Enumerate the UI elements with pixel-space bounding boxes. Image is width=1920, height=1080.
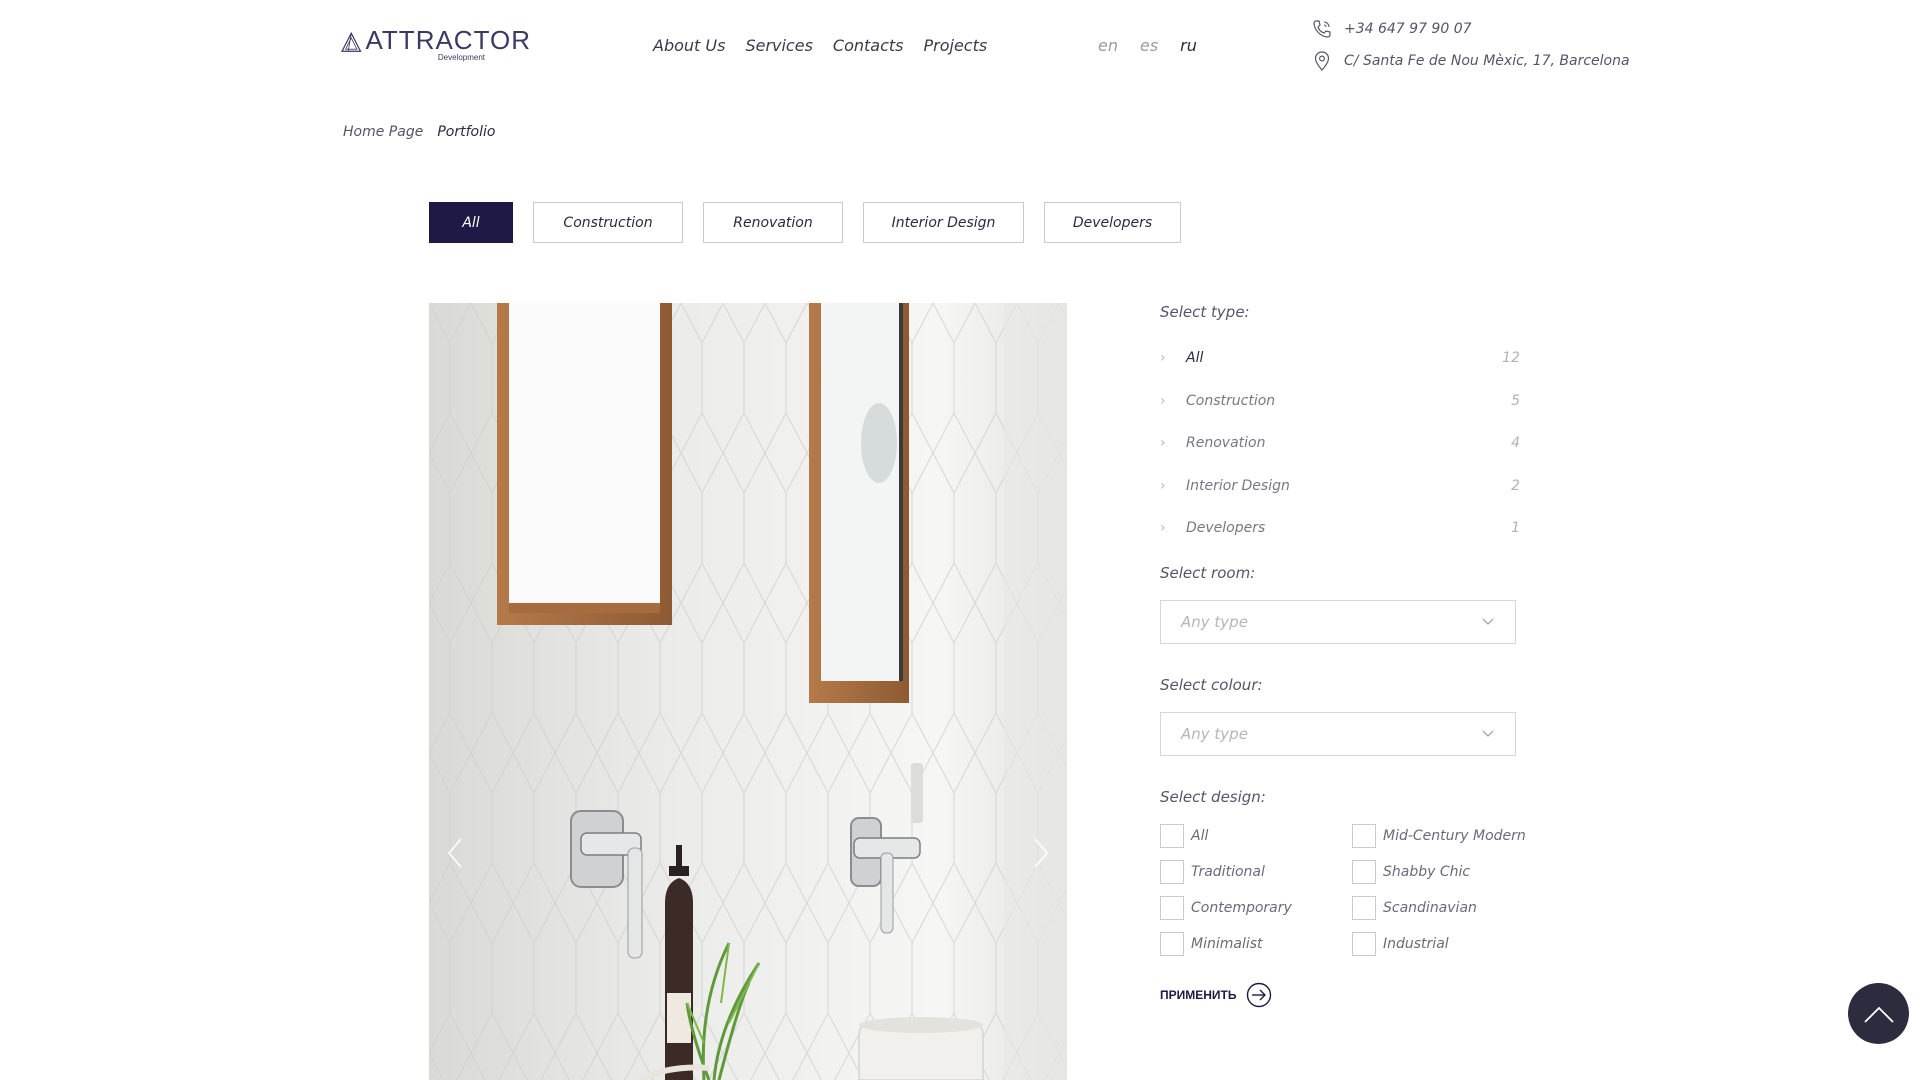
chevron-right-icon: › bbox=[1160, 477, 1166, 494]
header-phone[interactable]: +34 647 97 90 07 bbox=[1312, 19, 1472, 39]
nav-services[interactable]: Services bbox=[745, 36, 812, 55]
breadcrumb: Home Page Portfolio bbox=[343, 124, 495, 140]
room-select-value: Any type bbox=[1181, 612, 1248, 631]
type-label: Interior Design bbox=[1186, 477, 1290, 494]
header-address[interactable]: C/ Santa Fe de Nou Mèxic, 17, Barcelona bbox=[1312, 51, 1630, 71]
type-label: Renovation bbox=[1186, 435, 1266, 452]
chevron-right-icon: › bbox=[1160, 520, 1166, 537]
tab-construction[interactable]: Construction bbox=[533, 202, 683, 243]
colour-select-value: Any type bbox=[1181, 724, 1248, 743]
logo-name: ATTRACTOR bbox=[365, 25, 531, 55]
tab-all[interactable]: All bbox=[429, 202, 513, 243]
nav-projects[interactable]: Projects bbox=[924, 36, 988, 55]
checkbox[interactable] bbox=[1352, 859, 1376, 884]
type-list: › All 12 › Construction 5 › Renovation 4… bbox=[1160, 337, 1520, 550]
checkbox[interactable] bbox=[1160, 823, 1184, 848]
select-type-title: Select type: bbox=[1160, 303, 1250, 321]
room-select[interactable]: Any type bbox=[1160, 599, 1516, 644]
colour-select[interactable]: Any type bbox=[1160, 711, 1516, 756]
design-label: Traditional bbox=[1191, 863, 1265, 880]
bathroom-photo bbox=[429, 303, 1067, 1080]
apply-label: ПРИМЕНИТЬ bbox=[1160, 987, 1237, 1002]
location-pin-icon bbox=[1314, 51, 1330, 71]
design-option-minimalist[interactable]: Minimalist bbox=[1160, 931, 1352, 956]
category-tabs: All Construction Renovation Interior Des… bbox=[429, 202, 1181, 243]
address-text: C/ Santa Fe de Nou Mèxic, 17, Barcelona bbox=[1344, 53, 1630, 69]
apply-filters-button[interactable]: ПРИМЕНИТЬ bbox=[1160, 982, 1520, 1008]
tab-renovation[interactable]: Renovation bbox=[703, 202, 843, 243]
design-checkboxes: All Mid-Century Modern Traditional Shabb… bbox=[1160, 823, 1526, 956]
breadcrumb-current: Portfolio bbox=[437, 124, 496, 140]
breadcrumb-home[interactable]: Home Page bbox=[343, 124, 423, 140]
select-colour-title: Select colour: bbox=[1160, 675, 1263, 694]
slider-prev-arrow-icon[interactable] bbox=[441, 833, 471, 873]
chevron-down-icon bbox=[1482, 730, 1494, 737]
design-label: All bbox=[1191, 827, 1209, 844]
lang-en[interactable]: en bbox=[1098, 36, 1118, 55]
logo-mark-icon bbox=[341, 31, 362, 52]
select-design-title: Select design: bbox=[1160, 787, 1266, 806]
type-item-developers[interactable]: › Developers 1 bbox=[1160, 507, 1520, 550]
checkbox[interactable] bbox=[1352, 895, 1376, 920]
type-item-renovation[interactable]: › Renovation 4 bbox=[1160, 422, 1520, 465]
checkbox[interactable] bbox=[1160, 931, 1184, 956]
nav-contacts[interactable]: Contacts bbox=[833, 36, 904, 55]
design-option-traditional[interactable]: Traditional bbox=[1160, 859, 1352, 884]
type-count: 1 bbox=[1511, 520, 1520, 537]
chevron-down-icon bbox=[1482, 618, 1494, 625]
slider-next-arrow-icon[interactable] bbox=[1025, 833, 1055, 873]
design-option-mid-century-modern[interactable]: Mid-Century Modern bbox=[1352, 823, 1544, 848]
type-count: 12 bbox=[1502, 350, 1520, 367]
checkbox[interactable] bbox=[1160, 895, 1184, 920]
design-option-shabby-chic[interactable]: Shabby Chic bbox=[1352, 859, 1544, 884]
select-room-title: Select room: bbox=[1160, 563, 1256, 582]
design-label: Minimalist bbox=[1191, 935, 1263, 952]
scroll-to-top-button[interactable] bbox=[1848, 983, 1909, 1044]
type-label: All bbox=[1186, 350, 1204, 367]
lang-ru[interactable]: ru bbox=[1180, 36, 1197, 55]
phone-number: +34 647 97 90 07 bbox=[1344, 21, 1472, 37]
type-count: 5 bbox=[1511, 392, 1520, 409]
type-label: Construction bbox=[1186, 392, 1276, 409]
chevron-right-icon: › bbox=[1160, 350, 1166, 367]
type-item-interior-design[interactable]: › Interior Design 2 bbox=[1160, 465, 1520, 508]
type-label: Developers bbox=[1186, 520, 1266, 537]
design-label: Mid-Century Modern bbox=[1383, 827, 1526, 844]
chevron-right-icon: › bbox=[1160, 392, 1166, 409]
phone-icon bbox=[1313, 20, 1331, 38]
checkbox[interactable] bbox=[1160, 859, 1184, 884]
arrow-right-circle-icon bbox=[1246, 982, 1271, 1007]
type-item-all[interactable]: › All 12 bbox=[1160, 337, 1520, 380]
language-switcher: en es ru bbox=[1098, 36, 1197, 55]
tab-developers[interactable]: Developers bbox=[1044, 202, 1181, 243]
design-label: Shabby Chic bbox=[1383, 863, 1471, 880]
design-option-industrial[interactable]: Industrial bbox=[1352, 931, 1544, 956]
nav-about-us[interactable]: About Us bbox=[653, 36, 725, 55]
design-option-all[interactable]: All bbox=[1160, 823, 1352, 848]
lang-es[interactable]: es bbox=[1140, 36, 1158, 55]
chevron-right-icon: › bbox=[1160, 435, 1166, 452]
checkbox[interactable] bbox=[1352, 931, 1376, 956]
tab-interior-design[interactable]: Interior Design bbox=[863, 202, 1024, 243]
logo[interactable]: ATTRACTOR Development bbox=[341, 22, 531, 68]
design-option-scandinavian[interactable]: Scandinavian bbox=[1352, 895, 1544, 920]
chevron-up-icon bbox=[1863, 1006, 1894, 1023]
design-label: Industrial bbox=[1383, 935, 1449, 952]
portfolio-filters: Select type: › All 12 › Construction 5 ›… bbox=[1160, 303, 1526, 1008]
type-count: 4 bbox=[1511, 435, 1520, 452]
design-label: Contemporary bbox=[1191, 899, 1292, 916]
logo-tagline: Development bbox=[437, 53, 485, 62]
design-option-contemporary[interactable]: Contemporary bbox=[1160, 895, 1352, 920]
type-item-construction[interactable]: › Construction 5 bbox=[1160, 380, 1520, 423]
design-label: Scandinavian bbox=[1383, 899, 1477, 916]
type-count: 2 bbox=[1511, 477, 1520, 494]
checkbox[interactable] bbox=[1352, 823, 1376, 848]
portfolio-image-slider[interactable] bbox=[429, 303, 1067, 1080]
main-nav: About Us Services Contacts Projects bbox=[653, 36, 987, 55]
